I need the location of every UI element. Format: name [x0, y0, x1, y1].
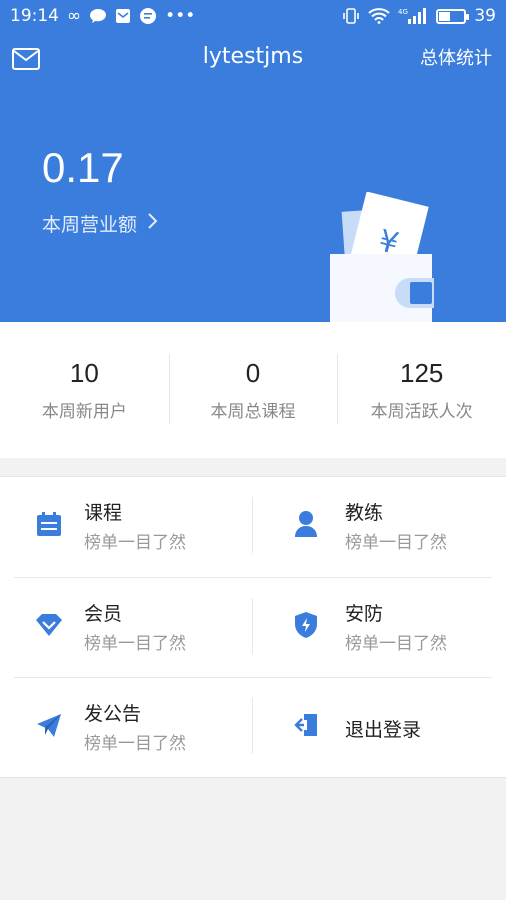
menu-subtitle: 榜单一目了然 [345, 533, 447, 553]
menu-title: 课程 [84, 502, 123, 524]
signal-icon: 4G [398, 7, 428, 25]
menu-subtitle: 榜单一目了然 [84, 634, 186, 654]
message-icon [139, 7, 157, 25]
svg-text:4G: 4G [398, 8, 408, 16]
menu-row: 课程 榜单一目了然 教练 榜单一目了然 [14, 477, 492, 577]
battery-level: 39 [474, 6, 496, 26]
weekly-stats: 10 本周新用户 0 本周总课程 125 本周活跃人次 [0, 322, 506, 458]
infinity-icon: ∞ [67, 6, 82, 26]
battery-icon [436, 8, 470, 24]
weekly-revenue-value: 0.17 [42, 144, 124, 191]
menu-subtitle: 榜单一目了然 [84, 734, 186, 754]
stat-value: 10 [69, 358, 99, 388]
logout-icon [291, 710, 321, 740]
status-right: 4G 39 [342, 6, 496, 26]
stat-total-courses: 0 本周总课程 [168, 322, 338, 458]
menu-row: 发公告 榜单一目了然 退出登录 [14, 677, 492, 777]
status-time: 19:14 [10, 6, 59, 26]
stat-label: 本周活跃人次 [370, 402, 473, 422]
header: lytestjms 总体统计 0.17 本周营业额 ¥ [0, 32, 506, 322]
vibrate-icon [342, 7, 360, 25]
stat-value: 125 [399, 358, 444, 388]
menu-subtitle: 榜单一目了然 [345, 634, 447, 654]
stat-label: 本周总课程 [210, 402, 296, 422]
menu-item-security[interactable]: 安防 榜单一目了然 [253, 578, 492, 677]
menu-item-course[interactable]: 课程 榜单一目了然 [14, 477, 253, 577]
diamond-icon [34, 610, 64, 640]
menu-item-logout[interactable]: 退出登录 [253, 678, 492, 777]
menu-grid: 课程 榜单一目了然 教练 榜单一目了然 会员 榜单一目了然 安防 榜单一目了然 [0, 476, 506, 778]
menu-item-announcement[interactable]: 发公告 榜单一目了然 [14, 678, 253, 777]
chat-icon [89, 8, 107, 24]
weekly-revenue-label: 本周营业额 [42, 214, 138, 236]
overall-stats-link[interactable]: 总体统计 [420, 44, 492, 70]
stat-active-visits: 125 本周活跃人次 [337, 322, 506, 458]
menu-title: 安防 [345, 603, 384, 625]
menu-subtitle: 榜单一目了然 [84, 533, 186, 553]
status-left: 19:14 ∞ ••• [10, 6, 195, 26]
menu-title: 会员 [84, 603, 123, 625]
wallet-illustration: ¥ [330, 191, 440, 322]
menu-item-member[interactable]: 会员 榜单一目了然 [14, 578, 253, 677]
menu-title: 教练 [345, 502, 384, 524]
more-notifications-icon: ••• [165, 6, 196, 26]
menu-title: 退出登录 [345, 719, 422, 741]
shield-icon [291, 610, 321, 640]
person-icon [291, 509, 321, 539]
paper-plane-icon [34, 710, 64, 740]
stat-value: 0 [245, 358, 261, 388]
menu-row: 会员 榜单一目了然 安防 榜单一目了然 [14, 577, 492, 677]
weekly-revenue-link[interactable]: 本周营业额 [42, 210, 159, 237]
calendar-icon [34, 509, 64, 539]
menu-title: 发公告 [84, 703, 142, 725]
stat-new-users: 10 本周新用户 [0, 322, 169, 458]
wifi-icon [368, 8, 391, 24]
mail-notification-icon [115, 8, 131, 24]
status-bar: 19:14 ∞ ••• 4G 39 [0, 0, 506, 32]
stat-label: 本周新用户 [41, 402, 127, 422]
menu-item-coach[interactable]: 教练 榜单一目了然 [253, 477, 492, 577]
chevron-right-icon [147, 212, 159, 235]
